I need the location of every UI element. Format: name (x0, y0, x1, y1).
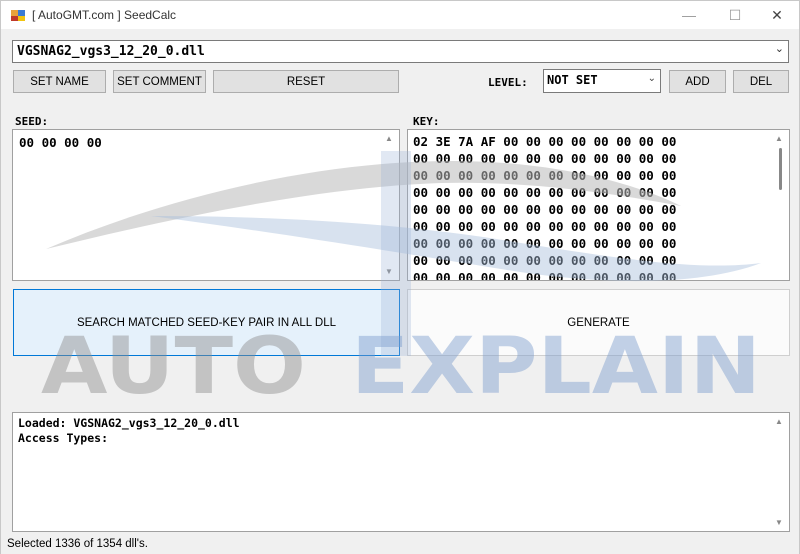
scroll-down-icon[interactable]: ▼ (385, 267, 393, 276)
dll-select[interactable]: VGSNAG2_vgs3_12_20_0.dll ⌄ (12, 40, 789, 63)
scroll-up-icon[interactable]: ▲ (775, 417, 783, 426)
set-comment-button[interactable]: SET COMMENT (113, 70, 206, 93)
log-scrollbar[interactable]: ▲ ▼ (772, 413, 789, 531)
log-textbox[interactable]: Loaded: VGSNAG2_vgs3_12_20_0.dll Access … (12, 412, 790, 532)
reset-button[interactable]: RESET (213, 70, 399, 93)
del-button[interactable]: DEL (733, 70, 789, 93)
seedcalc-window: [ AutoGMT.com ] SeedCalc — ☐ ✕ VGSNAG2_v… (0, 0, 800, 554)
log-text: Loaded: VGSNAG2_vgs3_12_20_0.dll Access … (18, 416, 240, 445)
generate-button[interactable]: GENERATE (407, 289, 790, 356)
seed-label: SEED: (15, 115, 49, 128)
key-label: KEY: (413, 115, 440, 128)
level-label: LEVEL: (488, 76, 528, 89)
dll-select-value: VGSNAG2_vgs3_12_20_0.dll (17, 44, 205, 59)
scroll-up-icon[interactable]: ▲ (385, 134, 393, 143)
key-value: 02 3E 7A AF 00 00 00 00 00 00 00 00 00 0… (413, 134, 677, 281)
seed-textbox[interactable]: 00 00 00 00 ▲ ▼ (12, 129, 400, 281)
scroll-up-icon[interactable]: ▲ (775, 134, 783, 143)
app-icon (11, 10, 25, 21)
window-title: [ AutoGMT.com ] SeedCalc (32, 8, 177, 22)
scroll-down-icon[interactable]: ▼ (775, 518, 783, 527)
status-bar: Selected 1336 of 1354 dll's. (1, 534, 799, 554)
key-textbox[interactable]: 02 3E 7A AF 00 00 00 00 00 00 00 00 00 0… (407, 129, 790, 281)
set-name-button[interactable]: SET NAME (13, 70, 106, 93)
chevron-down-icon[interactable]: ⌄ (648, 73, 656, 84)
status-text: Selected 1336 of 1354 dll's. (7, 538, 148, 550)
key-scrollbar[interactable]: ▲ (772, 130, 789, 280)
level-select[interactable]: NOT SET ⌄ (543, 69, 661, 93)
chevron-down-icon[interactable]: ⌄ (775, 42, 784, 55)
add-button[interactable]: ADD (669, 70, 726, 93)
seed-scrollbar[interactable]: ▲ ▼ (382, 130, 399, 280)
close-icon[interactable]: ✕ (754, 1, 800, 29)
maximize-icon[interactable]: ☐ (712, 1, 758, 29)
title-bar: [ AutoGMT.com ] SeedCalc — ☐ ✕ (1, 1, 799, 29)
level-select-value: NOT SET (547, 73, 598, 87)
minimize-icon[interactable]: — (666, 1, 712, 29)
search-matched-pair-button[interactable]: SEARCH MATCHED SEED-KEY PAIR IN ALL DLL (13, 289, 400, 356)
seed-value: 00 00 00 00 (19, 135, 102, 150)
scroll-thumb[interactable] (779, 148, 782, 190)
